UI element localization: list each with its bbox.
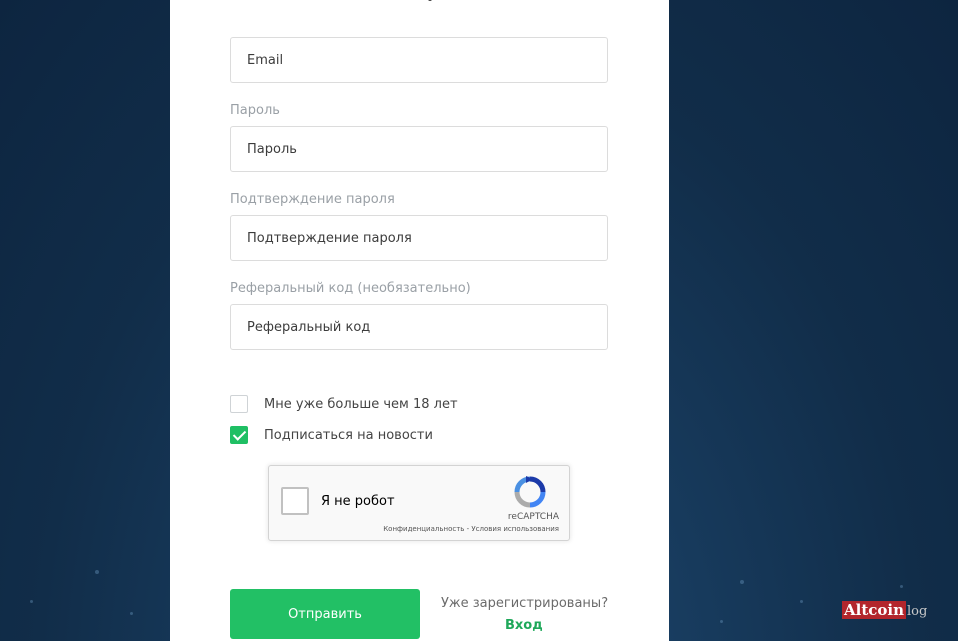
newsletter-checkbox-label: Подписаться на новости — [264, 427, 433, 443]
newsletter-checkbox-row[interactable]: Подписаться на новости — [230, 425, 433, 445]
referral-code-label: Реферальный код (необязательно) — [230, 281, 471, 296]
password-field[interactable] — [230, 126, 608, 172]
email-field[interactable] — [230, 37, 608, 83]
background-dot — [900, 585, 903, 588]
watermark-part1: Altcoin — [842, 601, 907, 619]
age-checkbox-label: Мне уже больше чем 18 лет — [264, 396, 458, 412]
submit-button[interactable]: Отправить — [230, 589, 420, 639]
background-dot — [800, 600, 803, 603]
referral-code-field[interactable] — [230, 304, 608, 350]
recaptcha-privacy-link[interactable]: Конфиденциальность — [383, 525, 464, 533]
password-label: Пароль — [230, 103, 280, 118]
recaptcha-brand: reCAPTCHA — [507, 512, 559, 522]
registration-panel: Пароль Подтверждение пароля Реферальный … — [170, 0, 669, 641]
title-fragment — [428, 0, 432, 1]
already-registered-text: Уже зарегистрированы? — [441, 596, 609, 611]
background-dot — [95, 570, 99, 574]
recaptcha-terms-link[interactable]: Условия использования — [471, 525, 559, 533]
altcoinlog-watermark: Altcoin log — [842, 601, 927, 619]
confirm-password-label: Подтверждение пароля — [230, 192, 395, 207]
recaptcha-widget: Я не робот reCAPTCHA Конфиденциальность … — [268, 465, 570, 541]
watermark-part2: log — [907, 604, 928, 619]
background-dot — [720, 620, 723, 623]
background-dot — [30, 600, 33, 603]
background-dot — [130, 612, 133, 615]
recaptcha-checkbox[interactable] — [281, 487, 309, 515]
login-link[interactable]: Вход — [505, 618, 543, 633]
age-checkbox[interactable] — [230, 395, 248, 413]
confirm-password-field[interactable] — [230, 215, 608, 261]
background-dot — [740, 580, 744, 584]
recaptcha-label: Я не робот — [321, 494, 395, 509]
newsletter-checkbox[interactable] — [230, 426, 248, 444]
recaptcha-logo-icon — [514, 476, 546, 508]
recaptcha-links: Конфиденциальность - Условия использован… — [383, 525, 559, 533]
age-checkbox-row[interactable]: Мне уже больше чем 18 лет — [230, 394, 458, 414]
